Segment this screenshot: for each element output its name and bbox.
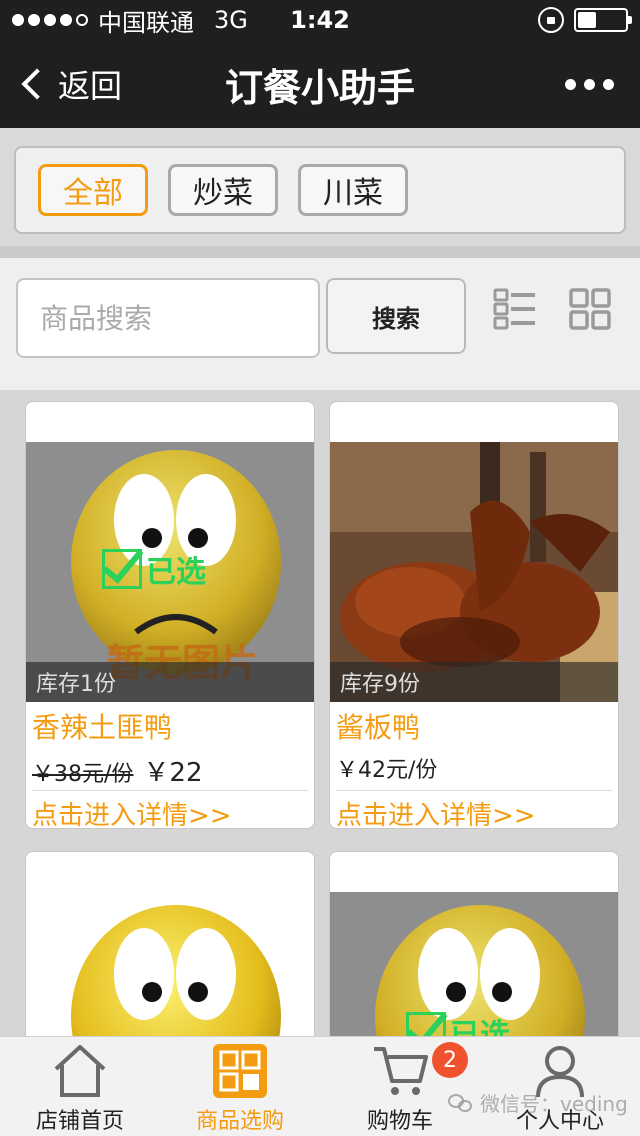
divider [0, 246, 640, 258]
bottom-tab-bar: 店铺首页 商品选购 购物车 个人中心 [0, 1036, 640, 1136]
tab-profile[interactable]: 个人中心 [480, 1037, 640, 1136]
more-dots-icon[interactable] [565, 78, 614, 90]
search-input[interactable] [16, 278, 320, 358]
watermark-text: 微信号：veding [480, 1092, 628, 1116]
carrier-name: 中国联通 [98, 8, 194, 37]
search-button[interactable]: 搜索 [326, 278, 466, 354]
tab-store-home[interactable]: 店铺首页 [0, 1037, 160, 1136]
sale-price: ￥22 [143, 758, 203, 788]
checkmark-icon [406, 1012, 446, 1036]
selected-label: 已选 [450, 1018, 510, 1036]
product-price: ￥42元/份 [336, 758, 438, 783]
network-type: 3G [214, 6, 248, 34]
grid-shop-icon [213, 1044, 267, 1098]
stock-label: 库存9份 [330, 662, 618, 702]
product-card[interactable] [25, 851, 315, 1036]
selected-label: 已选 [146, 555, 206, 590]
product-name: 香辣土匪鸭 [32, 711, 173, 744]
product-image-placeholder: 已选 [330, 892, 618, 1036]
nav-bar: 返回 订餐小助手 [0, 40, 640, 128]
tab-shop-products[interactable]: 商品选购 [160, 1037, 320, 1136]
selected-stamp: 已选 [406, 1010, 510, 1036]
cart-icon [374, 1047, 428, 1095]
category-filter: 全部 炒菜 川菜 [14, 146, 626, 234]
product-image-placeholder: 暂无图片 已选 库存1份 [26, 442, 314, 702]
chevron-left-icon [21, 68, 53, 100]
tab-label: 商品选购 [195, 1109, 284, 1134]
status-bar: 中国联通 3G 1:42 [0, 0, 640, 40]
product-grid: 暂无图片 已选 库存1份 香辣土匪鸭 ￥38元/份 ￥22 点击进入详情>> [0, 390, 640, 1036]
category-tab-sichuan[interactable]: 川菜 [298, 164, 408, 216]
tab-label: 购物车 [366, 1109, 433, 1134]
battery-icon [574, 8, 632, 32]
category-tab-all[interactable]: 全部 [38, 164, 148, 216]
checkmark-icon [102, 549, 142, 589]
product-image: 库存9份 [330, 442, 618, 702]
grid-view-icon[interactable] [568, 287, 612, 331]
signal-strength-icon [12, 14, 88, 26]
product-name: 酱板鸭 [336, 711, 421, 744]
back-label: 返回 [58, 67, 123, 105]
rotation-lock-icon [538, 7, 564, 33]
list-view-icon[interactable] [493, 287, 537, 331]
product-card[interactable]: 已选 [329, 851, 619, 1036]
product-card[interactable]: 库存9份 酱板鸭 ￥42元/份 点击进入详情>> [329, 401, 619, 829]
home-icon [54, 1045, 106, 1097]
detail-link[interactable]: 点击进入详情>> [336, 790, 612, 828]
stock-label: 库存1份 [26, 662, 314, 702]
wechat-icon [448, 1092, 474, 1114]
product-card[interactable]: 暂无图片 已选 库存1份 香辣土匪鸭 ￥38元/份 ￥22 点击进入详情>> [25, 401, 315, 829]
back-button[interactable]: 返回 [20, 61, 122, 107]
tab-label: 店铺首页 [35, 1109, 124, 1134]
no-image-face-icon [71, 905, 281, 1036]
search-bar: 搜索 [0, 258, 640, 390]
category-tab-stir-fry[interactable]: 炒菜 [168, 164, 278, 216]
detail-link[interactable]: 点击进入详情>> [32, 790, 308, 828]
cart-count-badge: 2 [432, 1042, 468, 1078]
watermark: 微信号：veding [448, 1088, 628, 1117]
original-price: ￥38元/份 [32, 762, 134, 787]
selected-stamp: 已选 [102, 547, 206, 591]
